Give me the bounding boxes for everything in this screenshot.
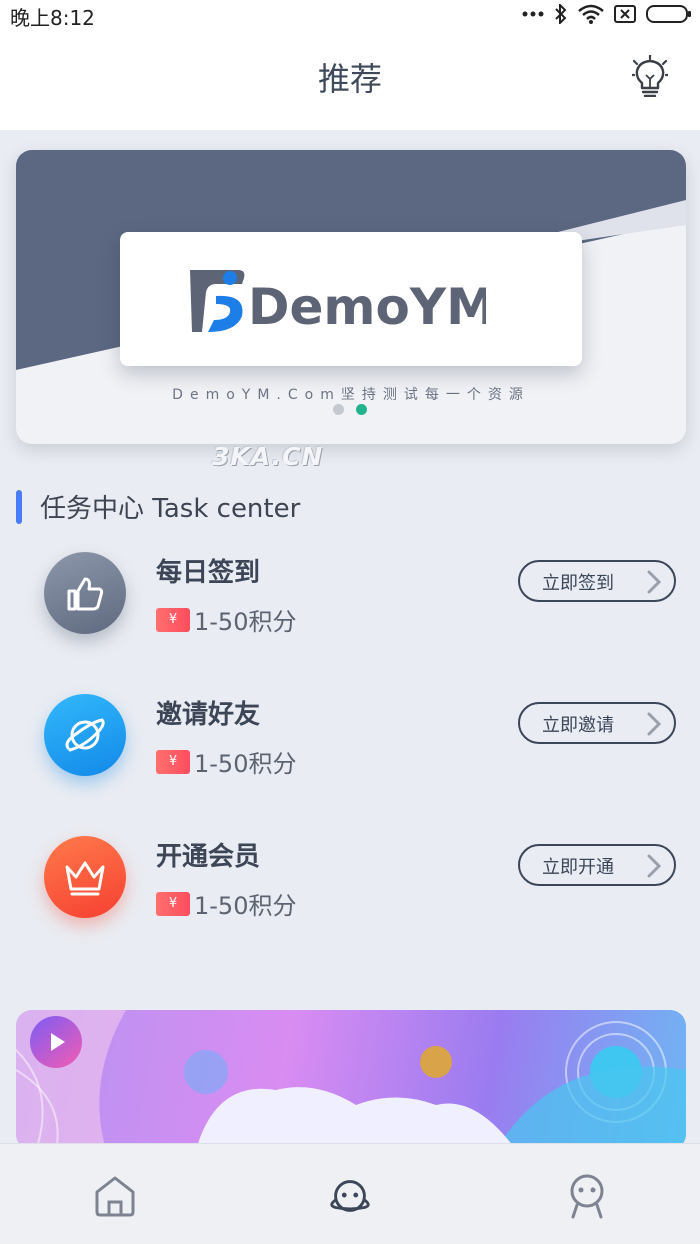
profile-icon	[570, 1174, 604, 1219]
button-label: 立即签到	[542, 573, 614, 594]
more-dots-icon	[522, 11, 544, 17]
thumbs-up-icon	[44, 552, 126, 634]
ticket-icon: ¥	[156, 749, 190, 774]
lightbulb-icon[interactable]	[632, 55, 668, 97]
section-accent-bar	[16, 489, 22, 524]
task-item-invite-friend: 邀请好友 ¥ 1-50积分 立即邀请	[44, 694, 676, 784]
tab-home[interactable]	[91, 1172, 139, 1220]
ticket-icon: ¥	[156, 607, 190, 632]
task-name: 每日签到	[156, 558, 261, 588]
ad-banner[interactable]	[16, 1010, 686, 1150]
sign-in-button[interactable]: 立即签到	[518, 560, 676, 602]
task-item-membership: 开通会员 ¥ 1-50积分 立即开通	[44, 836, 676, 926]
planet-icon	[44, 694, 126, 776]
status-bar: 晚上8:12	[0, 0, 700, 30]
task-center-title: 任务中心 Task center	[40, 494, 301, 524]
crown-icon	[44, 836, 126, 918]
task-reward-text: 1-50积分	[194, 892, 297, 920]
task-reward-text: 1-50积分	[194, 608, 297, 636]
task-reward: ¥ 1-50积分	[156, 886, 296, 921]
sim-off-icon	[614, 5, 636, 23]
watermark: 3KA.CN	[212, 442, 324, 471]
page-title: 推荐	[317, 60, 382, 98]
task-item-daily-signin: 每日签到 ¥ 1-50积分 立即签到	[44, 552, 676, 642]
bottom-tab-bar	[0, 1143, 700, 1244]
carousel-dots	[333, 404, 367, 415]
banner-logo-card: DemoYM	[120, 232, 582, 366]
wifi-icon	[578, 4, 604, 24]
tab-discover[interactable]	[326, 1172, 374, 1220]
demoym-logo: DemoYM	[190, 270, 486, 336]
carousel-dot-active[interactable]	[356, 404, 367, 415]
banner-carousel[interactable]: DemoYM DemoYM.Com坚持测试每一个资源	[16, 150, 686, 444]
banner-tagline: DemoYM.Com坚持测试每一个资源	[172, 387, 530, 403]
task-center-heading: 任务中心 Task center	[16, 488, 300, 525]
battery-icon	[646, 5, 691, 23]
carousel-dot[interactable]	[333, 404, 344, 415]
task-name: 邀请好友	[156, 700, 261, 730]
home-icon	[95, 1176, 135, 1217]
chevron-right-icon	[647, 570, 662, 594]
open-membership-button[interactable]: 立即开通	[518, 844, 676, 886]
planet-face-icon	[330, 1180, 370, 1212]
ticket-icon: ¥	[156, 891, 190, 916]
header: 推荐	[0, 30, 700, 130]
demoym-wordmark: DemoYM	[248, 278, 486, 336]
task-reward-text: 1-50积分	[194, 750, 297, 778]
invite-button[interactable]: 立即邀请	[518, 702, 676, 744]
bluetooth-icon	[555, 4, 567, 24]
button-label: 立即邀请	[542, 715, 614, 736]
task-reward: ¥ 1-50积分	[156, 744, 296, 779]
ad-artwork	[16, 1010, 686, 1150]
button-label: 立即开通	[542, 857, 614, 878]
task-name: 开通会员	[156, 842, 261, 872]
chevron-right-icon	[647, 854, 662, 878]
play-icon	[30, 1016, 82, 1068]
task-reward: ¥ 1-50积分	[156, 602, 296, 637]
tab-profile[interactable]	[563, 1172, 611, 1220]
status-icons	[522, 4, 692, 24]
chevron-right-icon	[647, 712, 662, 736]
status-time: 晚上8:12	[10, 6, 95, 30]
